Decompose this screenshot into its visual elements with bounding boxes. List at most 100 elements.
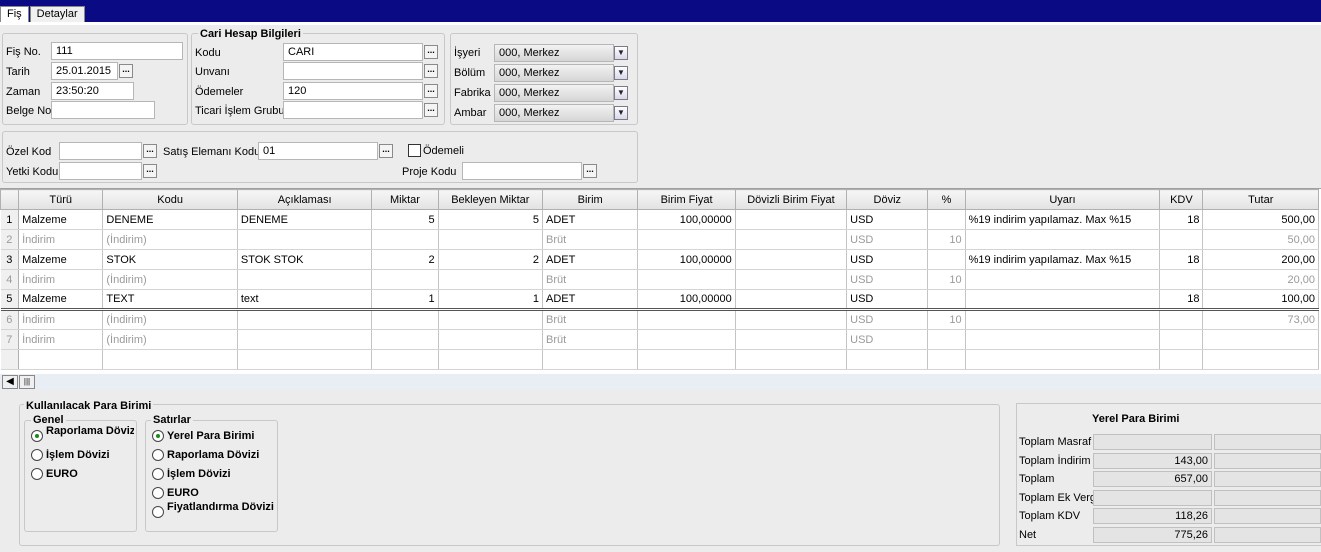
yetki-kodu-lookup-icon[interactable]: ...	[143, 164, 157, 178]
table-cell[interactable]	[237, 269, 373, 290]
chevron-down-icon[interactable]: ▼	[614, 66, 628, 80]
satis-elemani-lookup-icon[interactable]: ...	[379, 144, 393, 158]
table-cell[interactable]: USD	[846, 329, 929, 350]
table-cell[interactable]: %19 indirim yapılamaz. Max %15	[965, 209, 1161, 230]
table-cell[interactable]: (İndirim)	[102, 269, 238, 290]
column-header[interactable]: Kodu	[102, 189, 238, 210]
table-cell[interactable]	[542, 349, 639, 370]
table-cell[interactable]: 5	[438, 209, 544, 230]
table-cell[interactable]: 18	[1159, 289, 1204, 311]
table-cell[interactable]: ADET	[542, 209, 639, 230]
table-cell[interactable]	[1159, 229, 1204, 250]
genel-islem-radio[interactable]	[31, 449, 43, 461]
table-cell[interactable]	[237, 349, 373, 370]
row-number[interactable]: 3	[0, 249, 20, 270]
chevron-down-icon[interactable]: ▼	[614, 46, 628, 60]
unvani-input[interactable]	[283, 62, 423, 80]
zaman-input[interactable]: 23:50:20	[51, 82, 134, 100]
table-cell[interactable]	[927, 249, 966, 270]
satirlar-raporlama-radio[interactable]	[152, 449, 164, 461]
ozel-kod-lookup-icon[interactable]: ...	[143, 144, 157, 158]
table-cell[interactable]: 1	[371, 289, 439, 311]
cari-kodu-input[interactable]: CARI	[283, 43, 423, 61]
column-header[interactable]: Uyarı	[964, 189, 1161, 210]
satirlar-euro-radio[interactable]	[152, 487, 164, 499]
chevron-down-icon[interactable]: ▼	[614, 106, 628, 120]
table-cell[interactable]: Malzeme	[18, 249, 104, 270]
satirlar-fiyatlandirma-radio[interactable]	[152, 506, 164, 518]
table-cell[interactable]	[371, 229, 439, 250]
table-cell[interactable]: Brüt	[542, 309, 639, 330]
table-cell[interactable]	[237, 229, 373, 250]
table-cell[interactable]: 100,00000	[637, 289, 736, 311]
table-cell[interactable]: İndirim	[18, 229, 104, 250]
table-cell[interactable]	[438, 329, 544, 350]
satis-elemani-input[interactable]: 01	[258, 142, 378, 160]
table-cell[interactable]	[846, 349, 929, 370]
table-cell[interactable]: 5	[371, 209, 439, 230]
table-cell[interactable]: 2	[438, 249, 544, 270]
proje-kodu-input[interactable]	[462, 162, 582, 180]
odemeli-checkbox[interactable]	[408, 144, 421, 157]
table-cell[interactable]	[965, 289, 1161, 311]
column-header[interactable]: Bekleyen Miktar	[437, 189, 544, 210]
table-cell[interactable]: (İndirim)	[102, 309, 238, 330]
bolum-select[interactable]: 000, Merkez	[494, 64, 614, 82]
satirlar-islem-radio[interactable]	[152, 468, 164, 480]
row-number[interactable]: 7	[0, 329, 20, 350]
column-header[interactable]: Döviz	[846, 189, 929, 210]
table-row[interactable]: 1 Malzeme DENEME DENEME 5 5 ADET 100,00000 USD %1…	[0, 209, 1319, 230]
table-cell[interactable]	[735, 229, 848, 250]
table-cell[interactable]	[1202, 349, 1319, 370]
column-header[interactable]: Tutar	[1202, 189, 1319, 210]
table-cell[interactable]	[371, 309, 439, 330]
table-cell[interactable]	[927, 209, 966, 230]
table-cell[interactable]: 50,00	[1202, 229, 1319, 250]
table-cell[interactable]	[1202, 329, 1319, 350]
unvani-lookup-icon[interactable]: ...	[424, 64, 438, 78]
table-cell[interactable]: Malzeme	[18, 209, 104, 230]
table-cell[interactable]	[1159, 309, 1204, 330]
tab-detaylar[interactable]: Detaylar	[29, 6, 85, 22]
table-cell[interactable]	[965, 349, 1161, 370]
genel-euro-radio[interactable]	[31, 468, 43, 480]
tarih-input[interactable]: 25.01.2015	[51, 62, 118, 80]
column-header[interactable]: %	[927, 189, 966, 210]
tarih-lookup-icon[interactable]: ...	[119, 64, 133, 78]
table-cell[interactable]: 10	[927, 269, 966, 290]
table-cell[interactable]: STOK STOK	[237, 249, 373, 270]
table-cell[interactable]	[371, 329, 439, 350]
table-cell[interactable]: DENEME	[237, 209, 373, 230]
table-cell[interactable]	[438, 269, 544, 290]
row-number[interactable]: 6	[0, 309, 20, 330]
table-cell[interactable]: USD	[846, 269, 929, 290]
table-cell[interactable]	[927, 329, 966, 350]
ozel-kod-input[interactable]	[59, 142, 142, 160]
column-header[interactable]: Türü	[18, 189, 104, 210]
table-cell[interactable]	[965, 229, 1161, 250]
table-cell[interactable]: 18	[1159, 209, 1204, 230]
fabrika-select[interactable]: 000, Merkez	[494, 84, 614, 102]
table-cell[interactable]: 1	[438, 289, 544, 311]
row-number[interactable]: 4	[0, 269, 20, 290]
column-header[interactable]: Birim Fiyat	[637, 189, 736, 210]
table-cell[interactable]	[637, 349, 736, 370]
table-cell[interactable]: 10	[927, 309, 966, 330]
table-cell[interactable]: 10	[927, 229, 966, 250]
column-header[interactable]: Açıklaması	[236, 189, 373, 210]
table-cell[interactable]: (İndirim)	[102, 229, 238, 250]
row-number[interactable]: 5	[0, 289, 20, 311]
table-cell[interactable]: STOK	[102, 249, 238, 270]
table-cell[interactable]: 100,00000	[637, 209, 736, 230]
genel-raporlama-radio[interactable]	[31, 430, 43, 442]
odemeler-lookup-icon[interactable]: ...	[424, 84, 438, 98]
column-header[interactable]: KDV	[1159, 189, 1204, 210]
table-cell[interactable]: USD	[846, 209, 929, 230]
table-cell[interactable]	[735, 289, 848, 311]
table-cell[interactable]: text	[237, 289, 373, 311]
table-cell[interactable]	[371, 349, 439, 370]
table-row[interactable]: 4 İndirim (İndirim) Brüt USD 10 20,00	[0, 269, 1319, 290]
ticari-lookup-icon[interactable]: ...	[424, 103, 438, 117]
table-cell[interactable]	[735, 249, 848, 270]
table-cell[interactable]	[18, 349, 104, 370]
